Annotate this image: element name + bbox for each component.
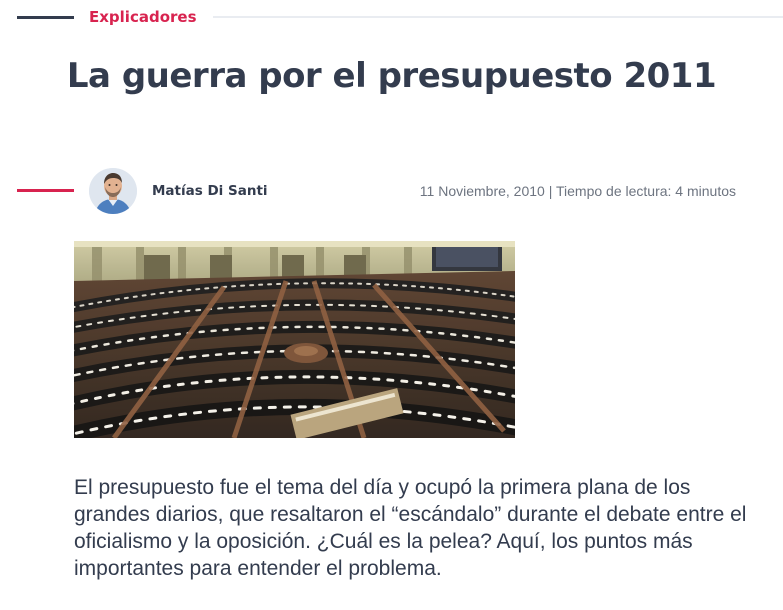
- article-lede: El presupuesto fue el tema del día y ocu…: [74, 476, 747, 580]
- avatar-icon: [89, 168, 137, 214]
- section-divider-right: [213, 16, 783, 18]
- section-header: Explicadores: [0, 0, 783, 36]
- article-title: La guerra por el presupuesto 2011: [66, 56, 717, 96]
- section-link[interactable]: Explicadores: [89, 7, 197, 27]
- section-divider-left: [17, 16, 74, 19]
- chamber-photo-image: [74, 241, 515, 438]
- author-avatar[interactable]: [89, 168, 137, 214]
- author-accent-line: [17, 189, 74, 192]
- article-photo: [74, 241, 515, 438]
- author-name-link[interactable]: Matías Di Santi: [152, 181, 268, 201]
- article-meta: 11 Noviembre, 2010 | Tiempo de lectura: …: [419, 183, 736, 199]
